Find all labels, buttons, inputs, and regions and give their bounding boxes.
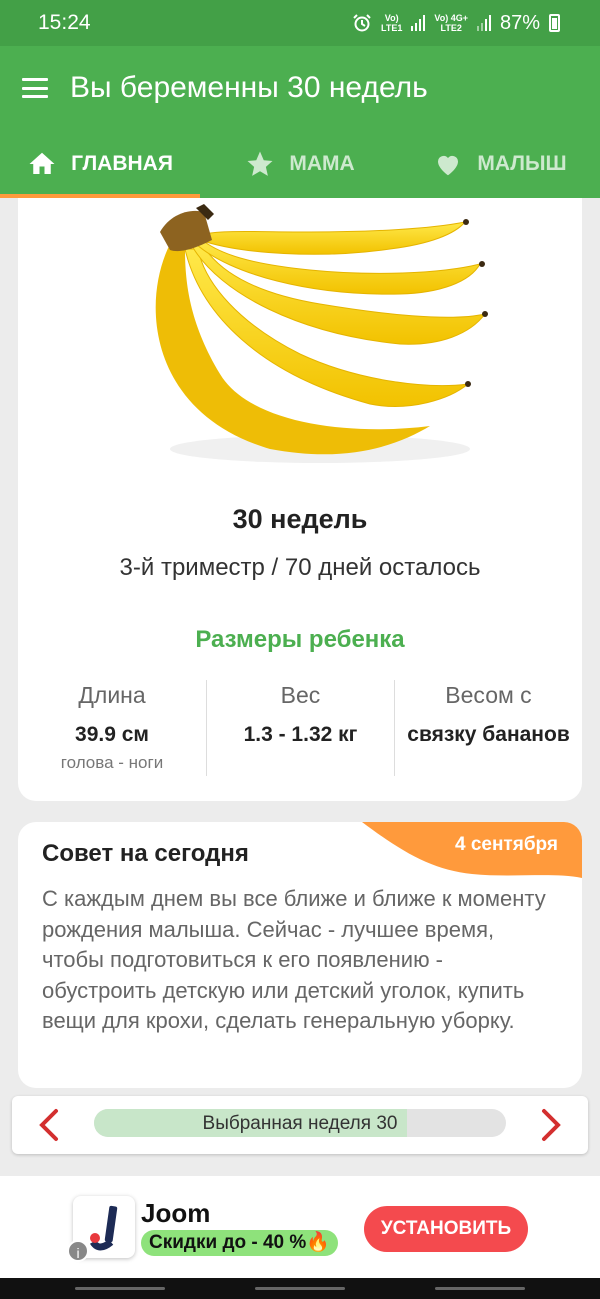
tab-baby[interactable]: МАЛЫШ: [400, 130, 600, 198]
week-card: 30 недель 3-й триместр / 70 дней осталос…: [18, 198, 582, 801]
tab-bar: ГЛАВНАЯ МАМА МАЛЫШ: [0, 130, 600, 198]
alarm-icon: [353, 14, 371, 32]
stat-weight: Вес 1.3 - 1.32 кг: [206, 680, 394, 776]
week-selector: Выбранная неделя 30: [12, 1096, 588, 1154]
stat-length: Длина 39.9 см голова - ноги: [18, 680, 206, 776]
ad-title: Joom: [141, 1198, 211, 1228]
signal-icon: [411, 15, 426, 31]
stat-value: 1.3 - 1.32 кг: [243, 723, 358, 746]
home-button[interactable]: [255, 1287, 345, 1290]
ad-promo: Скидки до - 40 %🔥: [141, 1230, 338, 1256]
status-time: 15:24: [38, 11, 91, 34]
tab-label: МАЛЫШ: [477, 152, 567, 175]
tip-title: Совет на сегодня: [42, 840, 249, 867]
recents-button[interactable]: [75, 1287, 165, 1290]
install-button[interactable]: УСТАНОВИТЬ: [364, 1206, 528, 1252]
tip-text: С каждым днем вы все ближе и ближе к мом…: [42, 886, 546, 1033]
tip-date: 4 сентября: [454, 834, 558, 855]
system-nav-bar: [0, 1278, 600, 1299]
sim2-network: Vo) 4G+ LTE2: [434, 13, 468, 33]
hamburger-icon[interactable]: [22, 78, 48, 98]
info-icon[interactable]: i: [67, 1240, 89, 1262]
chevron-right-icon: [542, 1109, 561, 1141]
prev-week-button[interactable]: [28, 1105, 68, 1145]
battery-charging-icon: [549, 14, 560, 32]
tab-label: ГЛАВНАЯ: [71, 152, 173, 175]
battery-percent: 87%: [499, 11, 540, 34]
status-bar: 15:24 Vo) LTE1 Vo) 4G+ LTE2 87%: [0, 0, 600, 46]
stat-value: 39.9 см: [75, 723, 149, 746]
signal-icon: [476, 15, 491, 31]
app-title: Вы беременны 30 недель: [70, 71, 428, 104]
stat-sub: голова - ноги: [60, 753, 164, 772]
tab-label: МАМА: [289, 152, 355, 175]
weeks-title: 30 недель: [232, 504, 368, 534]
stat-value: связку бананов: [407, 723, 570, 746]
tab-mom[interactable]: МАМА: [200, 130, 400, 198]
next-week-button[interactable]: [532, 1105, 572, 1145]
tab-home[interactable]: ГЛАВНАЯ: [0, 130, 200, 198]
status-icons: Vo) LTE1 Vo) 4G+ LTE2 87%: [352, 12, 560, 35]
tip-card: 4 сентября Совет на сегодня С каждым дне…: [18, 822, 582, 1088]
back-button[interactable]: [435, 1287, 525, 1290]
stat-label: Длина: [78, 682, 146, 708]
selected-week-label: Выбранная неделя 30: [202, 1113, 398, 1134]
banana-image: [155, 204, 488, 463]
chevron-left-icon: [39, 1109, 58, 1141]
stat-label: Весом с: [445, 682, 532, 708]
trimester-text: 3-й триместр / 70 дней осталось: [119, 554, 481, 581]
size-stats: Длина 39.9 см голова - ноги Вес 1.3 - 1.…: [18, 680, 582, 776]
app-bar: Вы беременны 30 недель: [0, 46, 600, 130]
star-icon: [247, 151, 273, 176]
ad-banner[interactable]: i Joom Скидки до - 40 %🔥 УСТАНОВИТЬ: [0, 1176, 600, 1278]
week-progress[interactable]: Выбранная неделя 30: [94, 1109, 506, 1137]
home-icon: [29, 152, 55, 174]
baby-sizes-title: Размеры ребенка: [195, 626, 405, 653]
heart-icon: [438, 155, 459, 176]
stat-compare: Весом с связку бананов: [394, 680, 582, 776]
stat-label: Вес: [280, 682, 321, 708]
sim1-network: Vo) LTE1: [381, 13, 403, 33]
